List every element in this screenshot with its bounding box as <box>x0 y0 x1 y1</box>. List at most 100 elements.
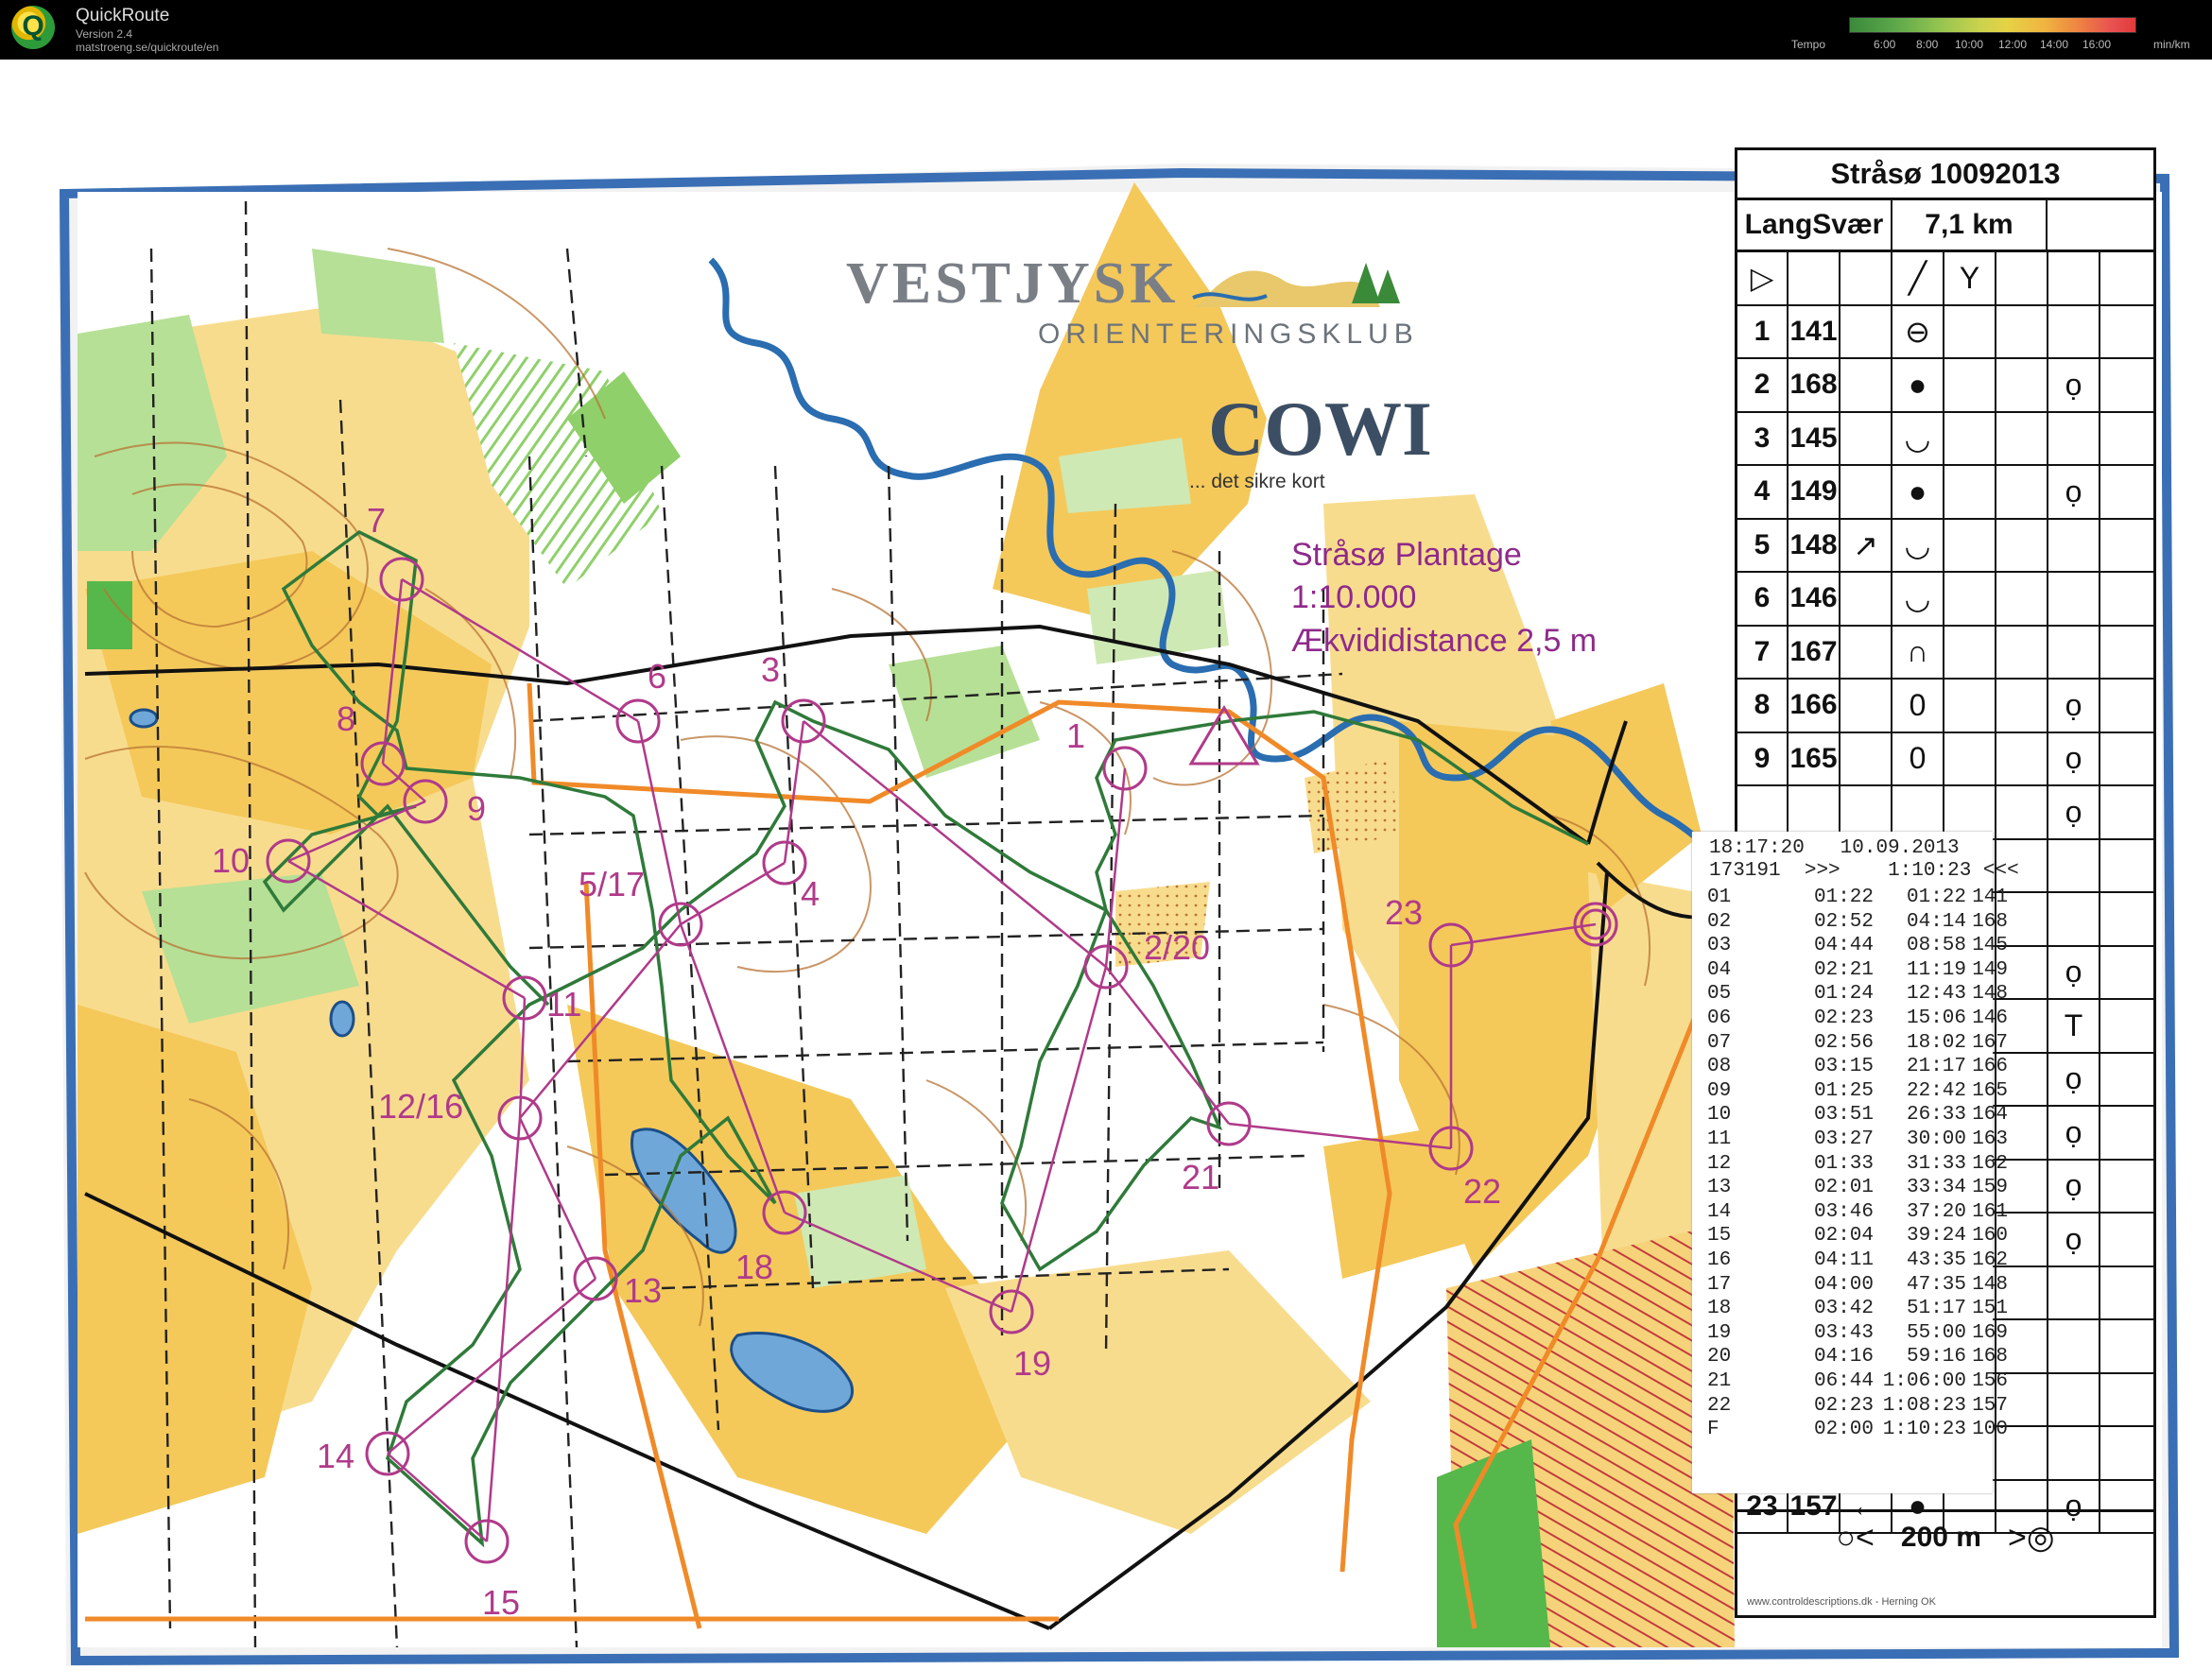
control-number: 7 <box>367 501 386 540</box>
split-row: 14 03:46 37:20 161 <box>1707 1201 2008 1224</box>
direction-arrow-icon <box>1840 732 1892 784</box>
split-leg-time: 03:51 <box>1813 1104 1874 1127</box>
control-code: 146 <box>1789 573 1840 625</box>
split-control-code: 02 <box>1707 910 1732 933</box>
split-control-code: 11 <box>1707 1128 1732 1150</box>
split-control-number: 148 <box>1972 983 2008 1006</box>
split-control-code: F <box>1707 1419 1719 1441</box>
tempo-tick: 10:00 <box>1955 38 1984 51</box>
split-control-code: 21 <box>1707 1370 1732 1392</box>
split-cumulative-time: 01:22 <box>1906 887 1966 908</box>
feature-icon: ◡ <box>1892 412 1944 464</box>
split-control-code: 16 <box>1707 1249 1732 1271</box>
split-control-code: 06 <box>1707 1007 1732 1029</box>
split-leg-time: 01:33 <box>1813 1152 1874 1175</box>
split-cumulative-time: 51:17 <box>1906 1298 1966 1320</box>
split-control-code: 09 <box>1707 1079 1732 1102</box>
tempo-unit: min/km <box>2153 38 2190 51</box>
split-control-number: 166 <box>1972 1056 2008 1078</box>
tempo-color-scale <box>1849 17 2136 33</box>
tempo-tick: 8:00 <box>1916 38 1939 51</box>
direction-arrow-icon: ↗ <box>1840 519 1892 571</box>
split-leg-time: 04:44 <box>1813 935 1874 957</box>
split-leg-time: 02:21 <box>1813 958 1874 981</box>
split-control-code: 13 <box>1707 1177 1732 1199</box>
finish-distance-row: ○< 200 m >◎ <box>1737 1509 2153 1563</box>
map-scale: 1:10.000 <box>1291 579 1416 615</box>
split-cumulative-time: 21:17 <box>1906 1056 1966 1078</box>
split-leg-time: 01:22 <box>1813 887 1874 908</box>
split-row: 05 01:24 12:43 148 <box>1707 983 2008 1006</box>
position-icon: ọ <box>2048 732 2100 784</box>
split-cumulative-time: 43:35 <box>1906 1249 1966 1271</box>
position-icon <box>2048 412 2100 464</box>
start-row: ▷ ╱ Y <box>1737 252 2153 306</box>
split-row: 02 02:52 04:14 168 <box>1707 911 2008 934</box>
split-control-number: 157 <box>1972 1394 2008 1417</box>
split-header-card: 173191 >>> 1:10:23 <<< <box>1709 860 2019 882</box>
split-leg-time: 01:25 <box>1813 1079 1874 1102</box>
control-number: 14 <box>317 1437 354 1475</box>
feature-icon: ◡ <box>1892 519 1944 571</box>
club-subtitle: ORIENTERINGSKLUB <box>1038 319 1419 350</box>
split-times-printout: 18:17:20 10.09.2013 173191 >>> 1:10:23 <… <box>1692 832 2019 1493</box>
split-control-number: 164 <box>1972 1104 2008 1127</box>
split-row: 09 01:25 22:42 165 <box>1707 1080 2008 1103</box>
tempo-tick: 6:00 <box>1874 38 1896 51</box>
split-control-number: 151 <box>1972 1298 2008 1320</box>
description-row: 9 165 0 ọ <box>1737 732 2153 786</box>
split-cumulative-time: 04:14 <box>1906 910 1966 933</box>
control-number: 22 <box>1463 1172 1501 1211</box>
split-cumulative-time: 11:19 <box>1906 958 1966 981</box>
direction-arrow-icon <box>1840 466 1892 518</box>
position-icon <box>2048 519 2100 571</box>
control-order: 7 <box>1737 626 1789 678</box>
split-control-code: 01 <box>1707 887 1732 908</box>
split-control-code: 15 <box>1707 1225 1732 1248</box>
app-header: Q QuickRoute Version 2.4 matstroeng.se/q… <box>0 0 2212 60</box>
split-control-number: 167 <box>1972 1031 2008 1054</box>
position-icon <box>2048 573 2100 625</box>
last-control-icon: ○< <box>1836 1519 1875 1556</box>
description-row: 4 149 ● ọ <box>1737 466 2153 520</box>
control-number: 11 <box>546 985 581 1024</box>
split-control-code: 14 <box>1707 1200 1732 1223</box>
direction-arrow-icon <box>1840 626 1892 678</box>
start-triangle-icon: ▷ <box>1737 252 1789 304</box>
split-control-number: 146 <box>1972 1007 2008 1029</box>
description-row: 5 148 ↗ ◡ <box>1737 519 2153 573</box>
control-order: 3 <box>1737 412 1789 464</box>
split-row: 08 03:15 21:17 166 <box>1707 1056 2008 1078</box>
split-control-code: 07 <box>1707 1031 1732 1054</box>
tempo-label: Tempo <box>1791 38 1826 51</box>
control-number: 13 <box>624 1271 662 1310</box>
course-info-row: LangSvær 7,1 km <box>1737 200 2153 252</box>
description-row: 3 145 ◡ <box>1737 412 2153 466</box>
split-row: 10 03:51 26:33 164 <box>1707 1104 2008 1127</box>
split-cumulative-time: 12:43 <box>1906 983 1966 1006</box>
split-cumulative-time: 1:08:23 <box>1882 1394 1966 1417</box>
split-row: 12 01:33 31:33 162 <box>1707 1153 2008 1176</box>
control-number: 19 <box>1013 1344 1051 1383</box>
split-control-number: 156 <box>1972 1370 2008 1392</box>
split-leg-time: 02:56 <box>1813 1031 1874 1054</box>
split-row: 13 02:01 33:34 159 <box>1707 1177 2008 1199</box>
direction-arrow-icon <box>1840 305 1892 357</box>
split-row: 21 06:44 1:06:00 156 <box>1707 1370 2008 1393</box>
split-row: 16 04:11 43:35 162 <box>1707 1249 2008 1272</box>
split-cumulative-time: 30:00 <box>1906 1128 1966 1150</box>
position-icon: ọ <box>2048 466 2100 518</box>
app-url[interactable]: matstroeng.se/quickroute/en <box>76 41 218 54</box>
split-control-number: 148 <box>1972 1273 2008 1296</box>
split-control-number: 141 <box>1972 887 2008 908</box>
split-cumulative-time: 47:35 <box>1906 1273 1966 1296</box>
split-control-number: 161 <box>1972 1200 2008 1223</box>
split-row: F 02:00 1:10:23 100 <box>1707 1419 2008 1441</box>
position-icon: ọ <box>2048 680 2100 732</box>
split-leg-time: 02:04 <box>1813 1225 1874 1248</box>
feature-icon: ⊖ <box>1892 305 1944 357</box>
control-number: 1 <box>1066 716 1085 755</box>
split-leg-time: 02:01 <box>1813 1177 1874 1199</box>
split-row: 19 03:43 55:00 169 <box>1707 1322 2008 1345</box>
position-icon: ọ <box>2048 786 2100 838</box>
